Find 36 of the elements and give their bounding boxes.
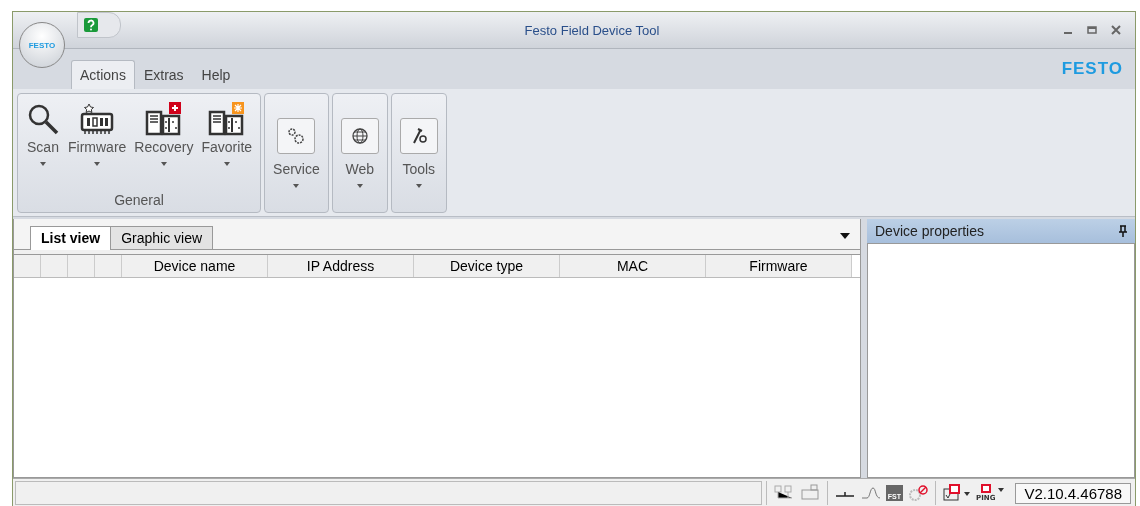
menu-tab[interactable]: Extras — [134, 60, 193, 89]
maximize-icon[interactable] — [1087, 25, 1097, 35]
dropdown-icon[interactable] — [840, 233, 850, 239]
pin-icon[interactable] — [1119, 225, 1127, 237]
server-icon — [144, 102, 183, 136]
search-icon — [26, 102, 60, 136]
column-header[interactable]: Firmware — [706, 255, 852, 277]
ribbon-button[interactable]: Firmware — [64, 100, 131, 192]
panel-title: Device properties — [875, 223, 984, 239]
version-label: V2.10.4.46788 — [1015, 482, 1131, 504]
column-header[interactable]: MAC — [560, 255, 706, 277]
ribbon-button[interactable]: Favorite — [197, 100, 257, 192]
gear-blocked-icon[interactable] — [907, 484, 930, 502]
menu-tab[interactable]: Actions — [71, 60, 135, 89]
window-title: Festo Field Device Tool — [523, 22, 661, 38]
ribbon-button[interactable]: Scan — [22, 100, 64, 192]
globe-icon — [350, 127, 369, 145]
column-header[interactable]: Device name — [122, 255, 268, 277]
brand-logo: FESTO — [1061, 59, 1123, 79]
menu-tab[interactable]: Help — [192, 60, 240, 89]
column-header[interactable]: Device type — [414, 255, 560, 277]
view-tab[interactable]: List view — [30, 226, 112, 250]
check-dropdown-icon[interactable] — [942, 484, 973, 502]
server-icon — [207, 102, 246, 136]
ribbon-button[interactable]: Tools — [395, 100, 442, 212]
network-icon[interactable] — [772, 484, 795, 502]
help-icon[interactable] — [84, 18, 98, 32]
ribbon-button[interactable]: Recovery — [130, 100, 198, 192]
chip-icon — [79, 102, 116, 136]
view-tab[interactable]: Graphic view — [110, 226, 214, 249]
column-header[interactable]: IP Address — [268, 255, 414, 277]
group-label: General — [113, 192, 165, 210]
ribbon-button[interactable]: Service — [269, 100, 324, 212]
gears-icon — [287, 127, 306, 145]
close-icon[interactable] — [1111, 25, 1121, 35]
ribbon-button[interactable]: Web — [336, 100, 383, 212]
